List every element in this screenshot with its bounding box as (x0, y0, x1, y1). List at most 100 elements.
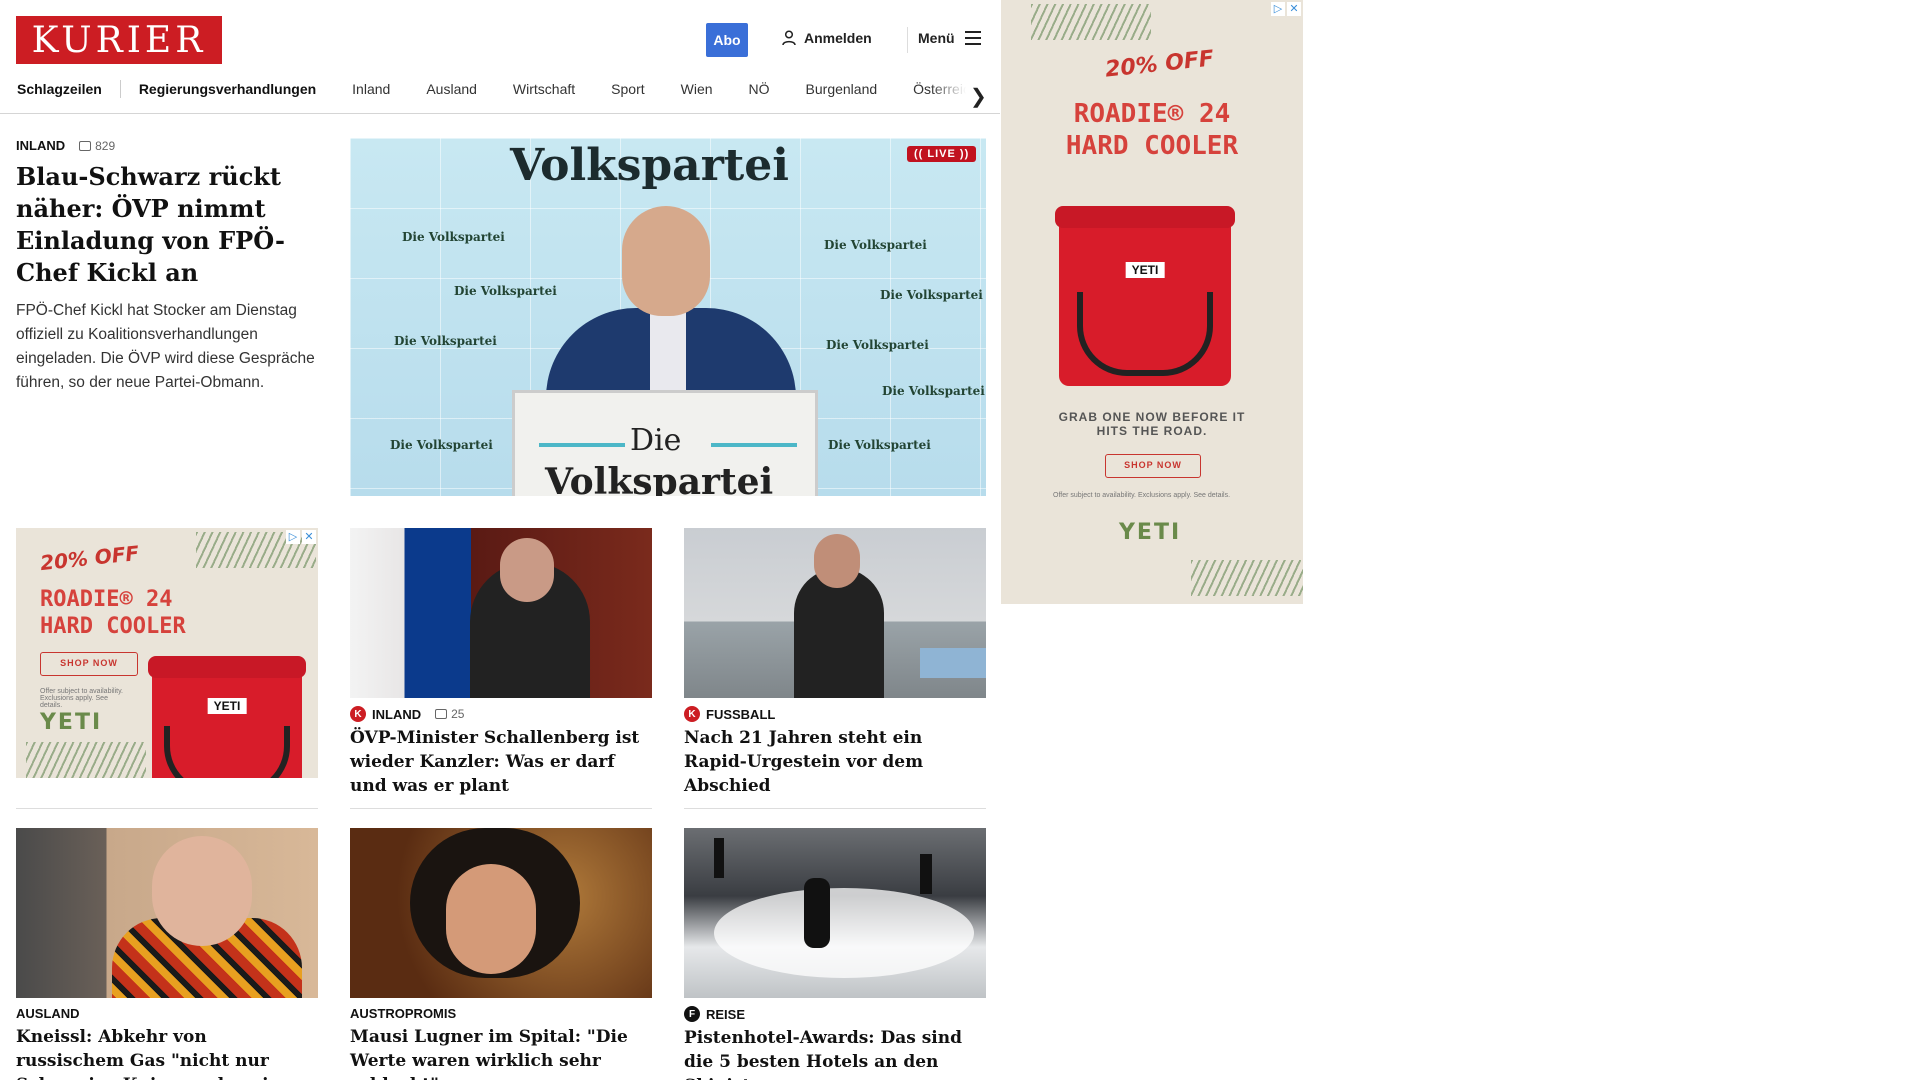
article-meta: K FUSSBALL (684, 706, 986, 722)
lead-image[interactable]: Volkspartei Die Volkspartei Die Volkspar… (350, 138, 986, 496)
ad-fineprint: Offer subject to availability. Exclusion… (1053, 492, 1231, 499)
nav-item-schlagzeilen[interactable]: Schlagzeilen (17, 81, 102, 97)
snow-spray (714, 888, 974, 978)
login-button[interactable]: Anmelden (782, 30, 872, 46)
backdrop-brand: Volkspartei (510, 140, 789, 191)
comment-icon (435, 709, 448, 719)
ad-choices[interactable]: ▷ ✕ (1271, 2, 1301, 16)
skier-figure (920, 854, 932, 894)
backdrop-label: Die Volkspartei (882, 384, 985, 398)
article-headline[interactable]: Mausi Lugner im Spital: "Die Werte waren… (350, 1025, 652, 1080)
ad-product-line: ROADIE® 24 (1073, 99, 1231, 129)
podium-brand: Volkspartei (545, 461, 774, 496)
kurier-logo[interactable]: KURIER (16, 16, 222, 64)
backdrop-label: Die Volkspartei (402, 230, 505, 244)
nav-item-burgenland[interactable]: Burgenland (806, 81, 878, 97)
article-image[interactable] (16, 828, 318, 998)
menu-label: Menü (918, 30, 955, 46)
live-wave-icon: (( (914, 148, 924, 160)
article-image[interactable] (350, 528, 652, 698)
podium-accent-line (711, 443, 797, 447)
hamburger-icon (964, 31, 981, 45)
article-headline[interactable]: ÖVP-Minister Schallenberg ist wieder Kan… (350, 726, 652, 798)
live-wave-icon: )) (959, 148, 970, 160)
menu-button[interactable]: Menü (918, 30, 981, 46)
ad-discount: 20% OFF (1103, 46, 1216, 83)
user-icon (782, 30, 796, 46)
pine-decoration (26, 742, 146, 778)
speaker-shirt (650, 310, 686, 400)
comment-count[interactable]: 25 (435, 707, 464, 721)
article-card[interactable]: AUSTROPROMIS Mausi Lugner im Spital: "Di… (350, 828, 652, 1080)
lead-kicker: INLAND 829 (16, 138, 318, 153)
nav-item-regierungsverhandlungen[interactable]: Regierungsverhandlungen (139, 81, 316, 97)
article-category: REISE (706, 1006, 746, 1022)
ad-shop-button[interactable]: SHOP NOW (1105, 454, 1201, 478)
article-image[interactable] (350, 828, 652, 998)
nav-item-inland[interactable]: Inland (352, 81, 390, 97)
close-icon[interactable]: ✕ (1287, 2, 1301, 16)
article-headline[interactable]: Nach 21 Jahren steht ein Rapid-Ur­gestei… (684, 726, 986, 798)
abo-button[interactable]: Abo (706, 23, 748, 57)
backdrop-label: Die Volkspartei (826, 338, 929, 352)
adchoices-icon[interactable]: ▷ (286, 530, 300, 544)
article-headline[interactable]: Pistenhotel-Awards: Das sind die 5 beste… (684, 1026, 986, 1080)
ad-product-name: ROADIE® 24 HARD COOLER (40, 586, 186, 640)
freizeit-icon: f (684, 1006, 700, 1022)
skier-figure (714, 838, 724, 878)
article-meta: f REISE (684, 1006, 986, 1022)
ad-product-line: HARD COOLER (1065, 131, 1239, 161)
lead-category: INLAND (16, 138, 66, 153)
row-divider (684, 808, 986, 809)
ad-shop-button[interactable]: SHOP NOW (40, 652, 138, 676)
ad-choices[interactable]: ▷ ✕ (286, 530, 316, 544)
adchoices-icon[interactable]: ▷ (1271, 2, 1285, 16)
nav-item-noe[interactable]: NÖ (749, 81, 770, 97)
cooler-lid (1055, 206, 1235, 228)
cooler-image: YETI (148, 656, 306, 778)
nav-item-ausland[interactable]: Ausland (426, 81, 477, 97)
cooler-handle (164, 726, 290, 778)
header-divider (907, 27, 908, 53)
podium: Die Volkspartei (512, 390, 818, 496)
ad-brand: YETI (40, 710, 103, 735)
skier-figure (804, 878, 830, 948)
lead-teaser: FPÖ-Chef Kickl hat Stocker am Dienstag o… (16, 302, 315, 391)
speaker-head (622, 206, 710, 316)
section-navigation: Schlagzeilen Regierungsverhandlungen Inl… (0, 76, 1000, 114)
inline-ad[interactable]: ▷ ✕ 20% OFF ROADIE® 24 HARD COOLER SHOP … (16, 528, 318, 778)
backdrop-label: Die Volkspartei (454, 284, 557, 298)
person-head (814, 534, 860, 588)
article-category: AUSTROPROMIS (350, 1006, 457, 1021)
article-category: AUSLAND (16, 1006, 80, 1021)
chevron-right-icon[interactable]: ❯ (970, 84, 987, 109)
backdrop-label: Die Volkspartei (390, 438, 493, 452)
kurier-plus-icon: K (350, 706, 366, 722)
close-icon[interactable]: ✕ (302, 530, 316, 544)
article-card[interactable]: K INLAND 25 ÖVP-Minister Schallenberg is… (350, 528, 652, 798)
article-category: INLAND (372, 706, 422, 722)
sidebar-ad[interactable]: ▷ ✕ 20% OFF ROADIE® 24 HARD COOLER YETI … (1001, 0, 1303, 604)
article-image[interactable] (684, 528, 986, 698)
building-window (920, 648, 986, 678)
article-card[interactable]: K FUSSBALL Nach 21 Jahren steht ein Rapi… (684, 528, 986, 798)
ad-product-name: ROADIE® 24 HARD COOLER (1001, 98, 1303, 162)
nav-item-wirtschaft[interactable]: Wirtschaft (513, 81, 575, 97)
podium-accent-line (539, 443, 625, 447)
article-card[interactable]: AUSLAND Kneissl: Abkehr von russischem G… (16, 828, 318, 1080)
backdrop-label: Die Volkspartei (824, 238, 927, 252)
pine-decoration (1191, 560, 1303, 596)
article-meta: AUSTROPROMIS (350, 1006, 652, 1021)
person-head (500, 538, 554, 602)
nav-item-wien[interactable]: Wien (681, 81, 713, 97)
article-image[interactable] (684, 828, 986, 998)
lead-headline[interactable]: Blau-Schwarz rückt nä­her: ÖVP nimmt Ein… (16, 161, 318, 289)
lead-story[interactable]: INLAND 829 Blau-Schwarz rückt nä­her: ÖV… (16, 138, 318, 395)
article-card[interactable]: f REISE Pistenhotel-Awards: Das sind die… (684, 828, 986, 1080)
nav-item-sport[interactable]: Sport (611, 81, 644, 97)
article-headline[interactable]: Kneissl: Abkehr von russischem Gas "nich… (16, 1025, 318, 1080)
backdrop-label: Die Volkspartei (880, 288, 983, 302)
comment-count[interactable]: 829 (79, 139, 115, 153)
kurier-plus-icon: K (684, 706, 700, 722)
article-meta: AUSLAND (16, 1006, 318, 1021)
